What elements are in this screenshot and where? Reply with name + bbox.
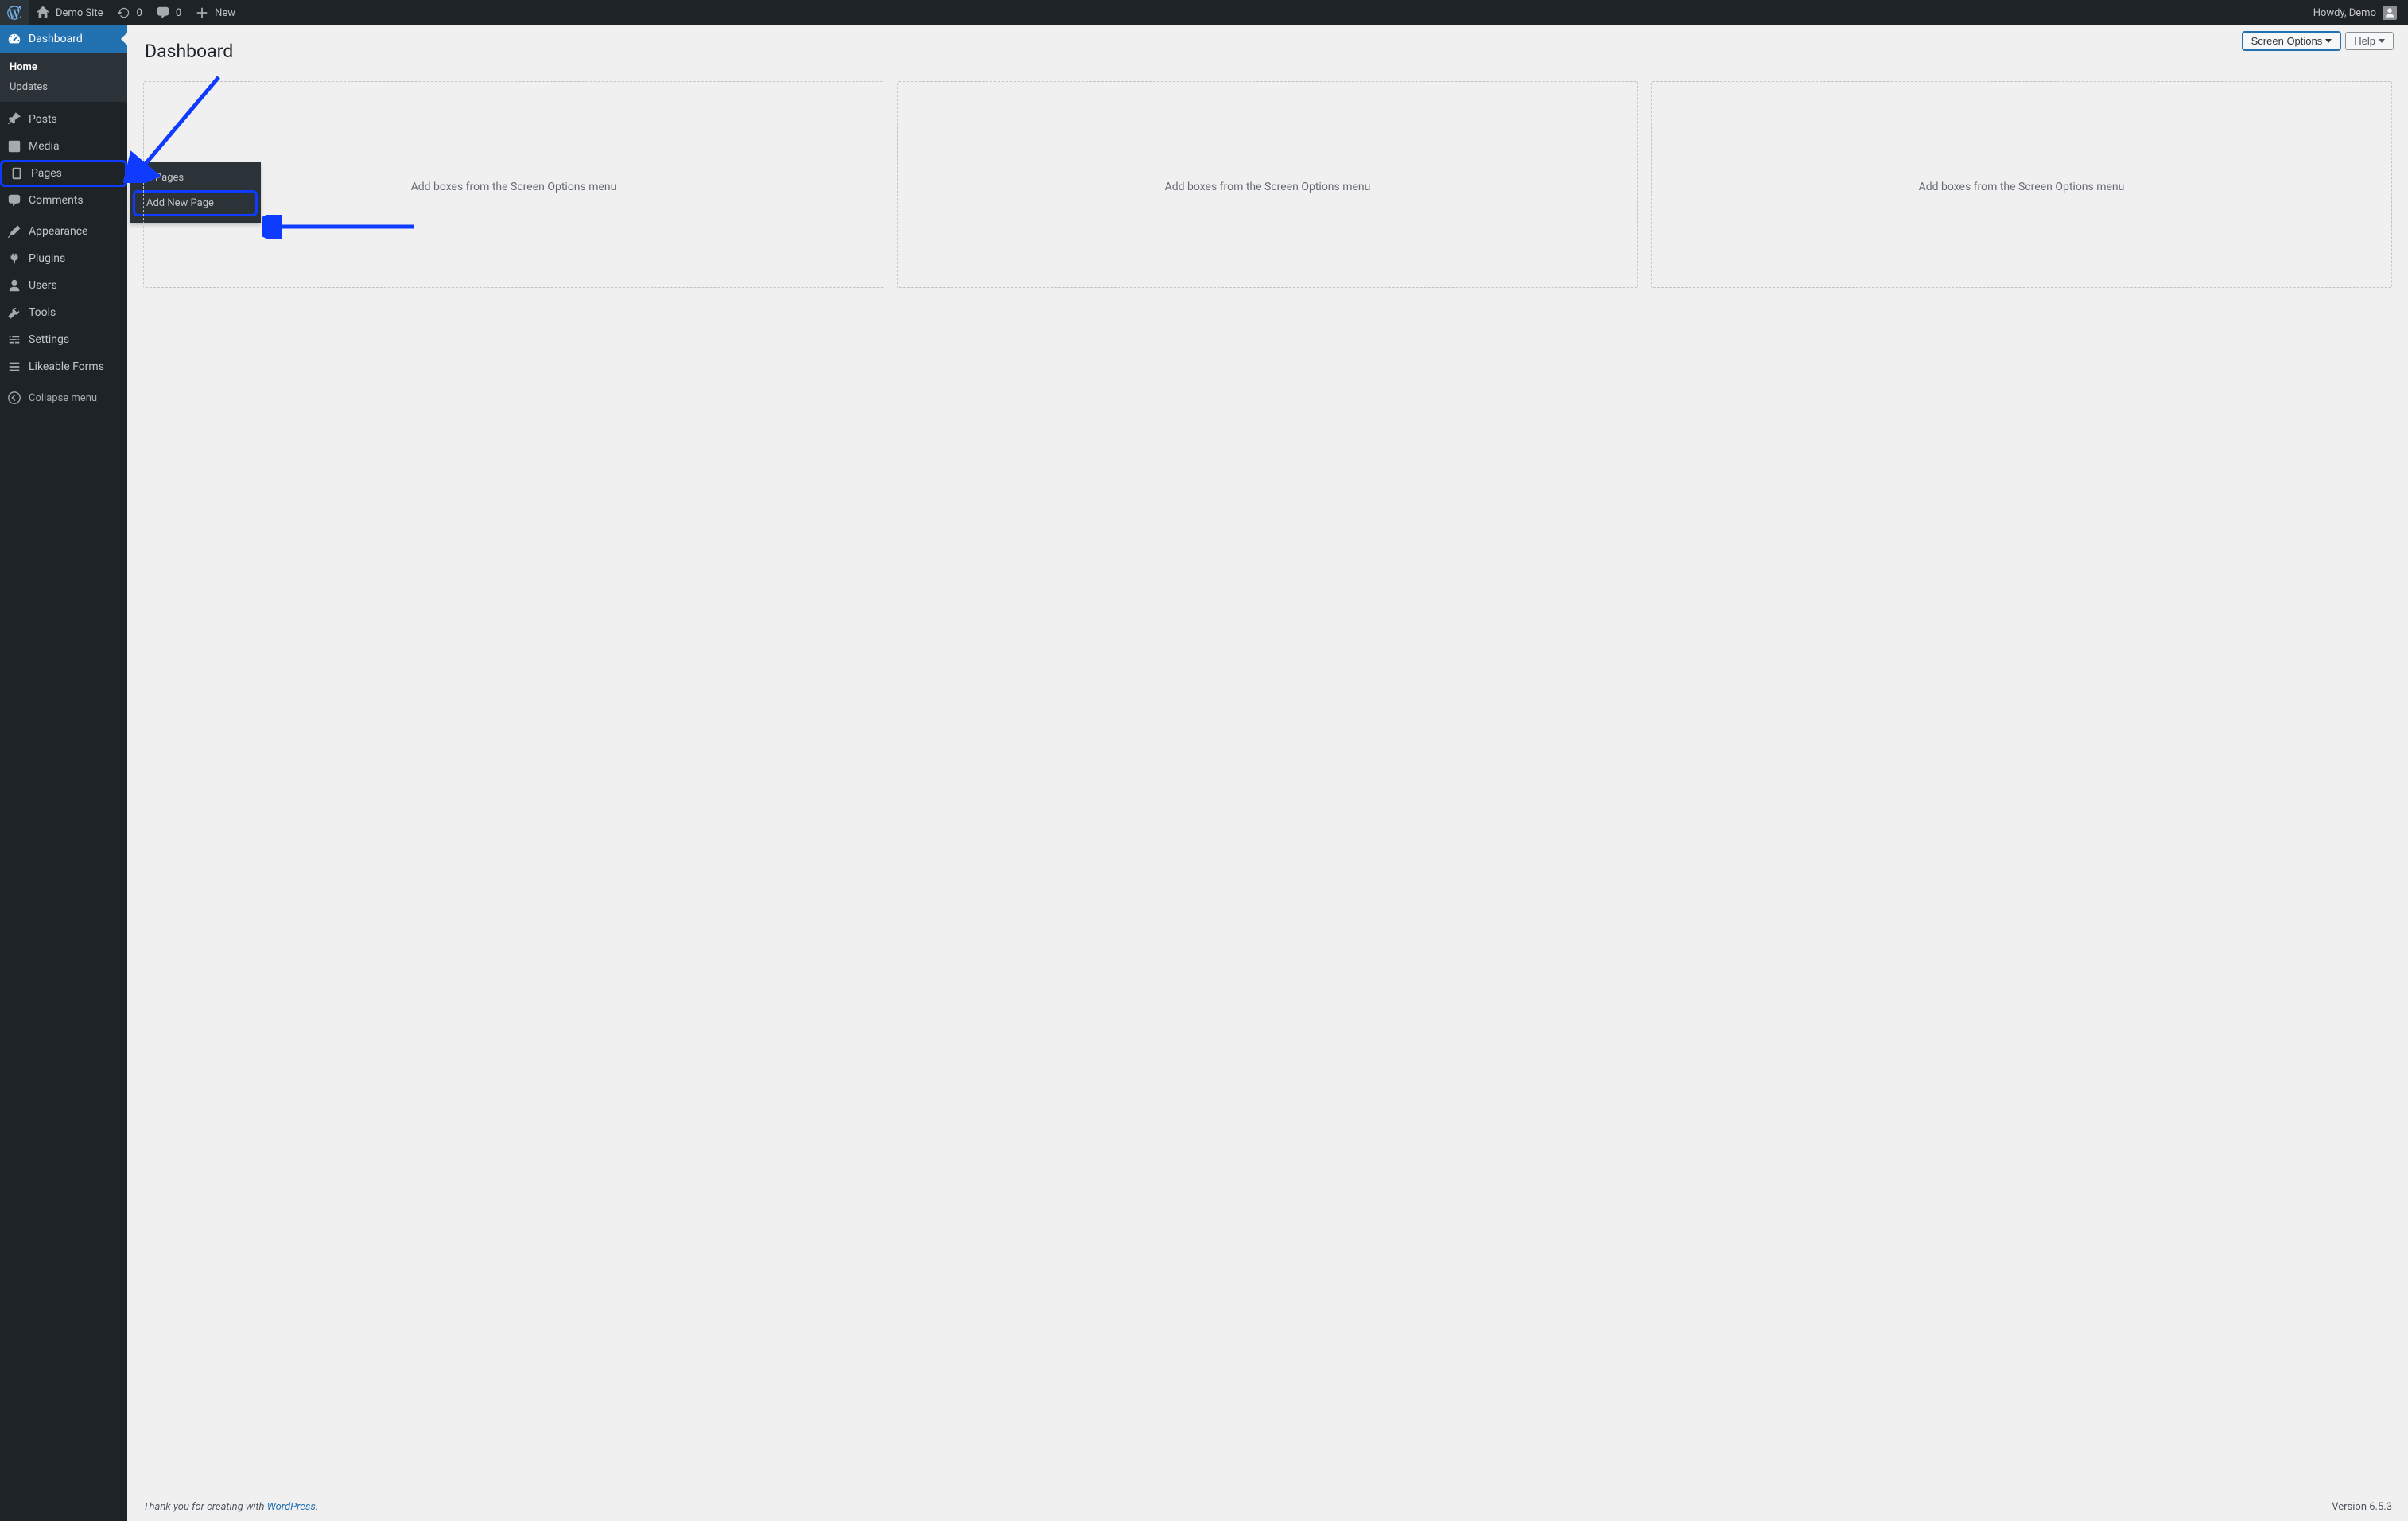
help-label: Help <box>2354 35 2375 47</box>
avatar-icon <box>2383 6 2397 20</box>
submenu-dashboard: Home Updates <box>0 53 127 102</box>
menu-settings-label: Settings <box>29 333 69 346</box>
list-icon <box>6 359 22 375</box>
footer-thank-suffix: . <box>316 1501 318 1513</box>
menu-appearance-label: Appearance <box>29 225 87 238</box>
dashboard-icon <box>6 31 22 47</box>
wp-logo[interactable] <box>0 0 29 25</box>
menu-comments-label: Comments <box>29 194 84 207</box>
collapse-menu[interactable]: Collapse menu <box>0 384 127 411</box>
menu-users[interactable]: Users <box>0 272 127 299</box>
page-icon <box>9 165 25 181</box>
dashboard-widgets: Add boxes from the Screen Options menu A… <box>143 81 2392 288</box>
wrench-icon <box>6 305 22 321</box>
widget-placeholder-1: Add boxes from the Screen Options menu <box>143 81 884 288</box>
menu-settings[interactable]: Settings <box>0 326 127 353</box>
menu-pages-label: Pages <box>31 167 62 180</box>
menu-pages[interactable]: Pages All Pages Add New Page <box>0 160 127 187</box>
menu-posts[interactable]: Posts <box>0 106 127 133</box>
menu-tools-label: Tools <box>29 306 56 319</box>
footer-thank-prefix: Thank you for creating with <box>143 1501 267 1513</box>
screen-options-button[interactable]: Screen Options <box>2243 32 2341 50</box>
media-icon <box>6 138 22 154</box>
help-button[interactable]: Help <box>2345 32 2394 50</box>
chevron-down-icon <box>2325 39 2332 43</box>
home-icon <box>35 5 51 21</box>
account-link[interactable]: Howdy, Demo <box>2309 0 2402 25</box>
page-title: Dashboard <box>143 33 2392 81</box>
user-icon <box>6 278 22 294</box>
menu-appearance[interactable]: Appearance <box>0 218 127 245</box>
comments-icon <box>6 193 22 208</box>
menu-comments[interactable]: Comments <box>0 187 127 214</box>
wordpress-icon <box>6 5 22 21</box>
menu-likeable-forms-label: Likeable Forms <box>29 360 104 373</box>
menu-dashboard[interactable]: Dashboard <box>0 25 127 53</box>
submenu-home[interactable]: Home <box>0 57 127 77</box>
widget-placeholder-3: Add boxes from the Screen Options menu <box>1651 81 2392 288</box>
menu-media[interactable]: Media <box>0 133 127 160</box>
comments-count: 0 <box>176 7 181 19</box>
menu-likeable-forms[interactable]: Likeable Forms <box>0 353 127 380</box>
footer-wordpress-link[interactable]: WordPress <box>267 1501 316 1513</box>
chevron-down-icon <box>2379 39 2385 43</box>
submenu-updates[interactable]: Updates <box>0 77 127 97</box>
plus-icon <box>194 5 210 21</box>
site-name-link[interactable]: Demo Site <box>29 0 110 25</box>
comment-icon <box>155 5 171 21</box>
pin-icon <box>6 111 22 127</box>
menu-plugins[interactable]: Plugins <box>0 245 127 272</box>
menu-plugins-label: Plugins <box>29 252 65 265</box>
menu-posts-label: Posts <box>29 113 57 126</box>
comments-link[interactable]: 0 <box>149 0 188 25</box>
new-content-link[interactable]: New <box>188 0 242 25</box>
plug-icon <box>6 251 22 266</box>
sliders-icon <box>6 332 22 348</box>
menu-tools[interactable]: Tools <box>0 299 127 326</box>
admin-footer: Thank you for creating with WordPress. V… <box>127 1493 2408 1521</box>
collapse-label: Collapse menu <box>29 392 97 404</box>
updates-count: 0 <box>137 7 142 19</box>
howdy-text: Howdy, Demo <box>2313 7 2376 19</box>
screen-options-label: Screen Options <box>2251 35 2323 47</box>
new-label: New <box>215 7 235 19</box>
collapse-icon <box>6 390 22 406</box>
site-name-label: Demo Site <box>56 7 103 19</box>
menu-dashboard-label: Dashboard <box>29 33 83 45</box>
menu-users-label: Users <box>29 279 57 292</box>
update-icon <box>116 5 132 21</box>
brush-icon <box>6 224 22 239</box>
menu-media-label: Media <box>29 140 60 153</box>
footer-version: Version 6.5.3 <box>2332 1501 2392 1513</box>
updates-link[interactable]: 0 <box>110 0 149 25</box>
widget-placeholder-2: Add boxes from the Screen Options menu <box>897 81 1638 288</box>
